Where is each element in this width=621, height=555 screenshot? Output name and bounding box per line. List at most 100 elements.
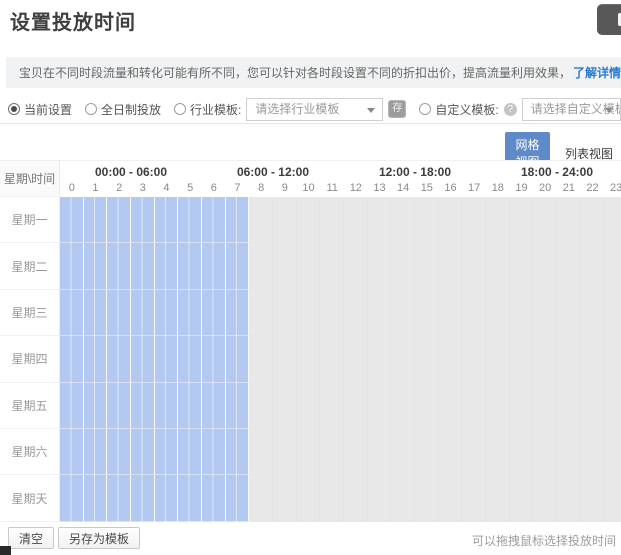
time-cell[interactable] [391, 475, 415, 521]
time-cell[interactable] [557, 197, 581, 243]
time-cell[interactable] [178, 383, 202, 429]
time-cell[interactable] [84, 197, 108, 243]
time-cell[interactable] [415, 383, 439, 429]
time-cell[interactable] [581, 290, 605, 336]
radio-all-day[interactable]: 全日制投放 [85, 101, 161, 118]
time-cell[interactable] [581, 429, 605, 475]
radio-custom-template-icon[interactable] [419, 103, 431, 115]
time-cell[interactable] [131, 197, 155, 243]
time-cell[interactable] [486, 383, 510, 429]
time-cell[interactable] [557, 429, 581, 475]
time-cell[interactable] [107, 290, 131, 336]
time-cell[interactable] [131, 290, 155, 336]
save-template-icon-button[interactable]: 存 [388, 100, 406, 118]
time-cell[interactable] [226, 336, 250, 382]
time-cell[interactable] [462, 383, 486, 429]
time-cell[interactable] [320, 336, 344, 382]
time-cell[interactable] [273, 429, 297, 475]
time-cell[interactable] [320, 197, 344, 243]
time-cell[interactable] [391, 336, 415, 382]
time-cell[interactable] [155, 383, 179, 429]
help-icon[interactable]: ? [504, 103, 517, 116]
time-cell[interactable] [273, 243, 297, 289]
time-cell[interactable] [226, 197, 250, 243]
time-cell[interactable] [510, 197, 534, 243]
radio-industry-template-icon[interactable] [174, 103, 186, 115]
time-cell[interactable] [368, 475, 392, 521]
time-cell[interactable] [320, 383, 344, 429]
time-cell[interactable] [533, 290, 557, 336]
time-cell[interactable] [486, 475, 510, 521]
time-cell[interactable] [439, 197, 463, 243]
time-cell[interactable] [131, 429, 155, 475]
time-cell[interactable] [510, 383, 534, 429]
time-cell[interactable] [60, 290, 84, 336]
time-cell[interactable] [344, 383, 368, 429]
time-cell[interactable] [178, 475, 202, 521]
time-cell[interactable] [439, 243, 463, 289]
time-cell[interactable] [581, 336, 605, 382]
time-cell[interactable] [604, 243, 621, 289]
time-cell[interactable] [249, 290, 273, 336]
time-cell[interactable] [439, 336, 463, 382]
time-cell[interactable] [178, 197, 202, 243]
time-cell[interactable] [202, 383, 226, 429]
time-cell[interactable] [107, 243, 131, 289]
time-cell[interactable] [84, 429, 108, 475]
time-cell[interactable] [60, 475, 84, 521]
time-cell[interactable] [604, 383, 621, 429]
time-cell[interactable] [131, 475, 155, 521]
time-cell[interactable] [391, 197, 415, 243]
time-cell[interactable] [510, 336, 534, 382]
time-cell[interactable] [533, 383, 557, 429]
time-cell[interactable] [344, 475, 368, 521]
time-cell[interactable] [84, 290, 108, 336]
radio-all-day-icon[interactable] [85, 103, 97, 115]
time-cell[interactable] [202, 475, 226, 521]
time-cell[interactable] [415, 197, 439, 243]
time-cell[interactable] [415, 290, 439, 336]
time-cell[interactable] [155, 243, 179, 289]
time-cell[interactable] [368, 197, 392, 243]
time-cell[interactable] [581, 243, 605, 289]
time-cell[interactable] [344, 243, 368, 289]
time-cell[interactable] [297, 336, 321, 382]
time-cell[interactable] [391, 290, 415, 336]
time-cell[interactable] [131, 243, 155, 289]
time-cell[interactable] [155, 290, 179, 336]
time-cell[interactable] [344, 429, 368, 475]
radio-custom-template[interactable]: 自定义模板: [419, 101, 498, 118]
time-cell[interactable] [415, 475, 439, 521]
time-cell[interactable] [439, 429, 463, 475]
time-cell[interactable] [533, 429, 557, 475]
time-cell[interactable] [533, 475, 557, 521]
time-cell[interactable] [273, 197, 297, 243]
clipped-top-right-button[interactable] [597, 4, 621, 35]
time-cell[interactable] [604, 336, 621, 382]
radio-current-setting-icon[interactable] [8, 103, 20, 115]
time-cell[interactable] [462, 243, 486, 289]
time-cell[interactable] [462, 290, 486, 336]
time-cell[interactable] [368, 243, 392, 289]
time-cell[interactable] [415, 243, 439, 289]
time-cell[interactable] [178, 429, 202, 475]
time-cell[interactable] [84, 475, 108, 521]
time-cell[interactable] [391, 383, 415, 429]
time-cell[interactable] [320, 429, 344, 475]
time-cell[interactable] [604, 290, 621, 336]
time-cell[interactable] [368, 429, 392, 475]
time-cell[interactable] [368, 336, 392, 382]
industry-template-select[interactable]: 请选择行业模板 [246, 98, 383, 121]
time-cell[interactable] [249, 243, 273, 289]
time-cell[interactable] [320, 290, 344, 336]
learn-more-link[interactable]: 了解详情 >> [573, 64, 621, 81]
time-cell[interactable] [510, 429, 534, 475]
time-cell[interactable] [344, 290, 368, 336]
time-cell[interactable] [155, 475, 179, 521]
time-cell[interactable] [226, 429, 250, 475]
time-cell[interactable] [155, 429, 179, 475]
time-cell[interactable] [297, 197, 321, 243]
time-cell[interactable] [107, 429, 131, 475]
time-cell[interactable] [462, 475, 486, 521]
time-cell[interactable] [557, 336, 581, 382]
